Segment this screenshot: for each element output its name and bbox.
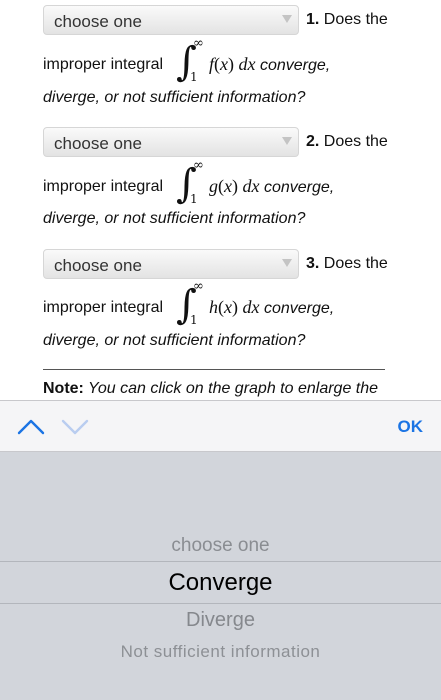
note: Note: You can click on the graph to enla… [43,380,378,398]
lower-limit: 1 [190,192,198,206]
picker-option[interactable]: Diverge [0,609,441,632]
question-prompt: 3. Does the [306,255,388,273]
dropdown-arrow-icon [282,259,292,267]
upper-limit: ∞ [193,279,204,294]
select-value: choose one [54,256,142,275]
question-number: 3. [306,255,320,272]
question-number: 1. [306,11,320,28]
note-label: Note: [43,380,84,397]
picker-option-selected[interactable]: Converge [0,569,441,597]
question-prompt: 2. Does the [306,133,388,151]
chevron-down-icon [61,419,89,435]
lead-text: improper integral [43,56,164,73]
answer-select-1[interactable]: choose one [43,5,299,35]
picker-selection-line-top [0,561,441,562]
picker-option[interactable]: choose one [0,535,441,557]
lower-limit: 1 [190,70,198,84]
picker-option[interactable]: Not sufficient information [0,642,441,662]
previous-field-button[interactable] [16,414,46,438]
select-value: choose one [54,12,142,31]
lower-limit: 1 [190,313,198,327]
note-text: You can click on the graph to enlarge th… [83,380,379,397]
keyboard-accessory-bar: OK [0,400,441,452]
upper-limit: ∞ [193,158,204,173]
answer-select-2[interactable]: choose one [43,127,299,157]
question-tail: diverge, or not sufficient information? [43,210,306,227]
prompt-start: Does the [319,255,388,272]
integrand: g(x) dx converge, [209,176,335,196]
integral-line: improper integral ∫ ∞ 1 h(x) dx converge… [43,279,433,333]
ok-button[interactable]: OK [398,417,424,437]
prompt-start: Does the [319,11,388,28]
integrand: h(x) dx converge, [209,297,335,317]
select-value: choose one [54,134,142,153]
question-tail: diverge, or not sufficient information? [43,89,306,106]
question-tail: diverge, or not sufficient information? [43,332,306,349]
question-number: 2. [306,133,320,150]
integrand: f(x) dx converge, [209,54,331,74]
answer-select-3[interactable]: choose one [43,249,299,279]
integral-line: improper integral ∫ ∞ 1 g(x) dx converge… [43,158,433,212]
question-prompt: 1. Does the [306,11,388,29]
chevron-up-icon [17,419,45,435]
option-picker[interactable]: choose one Converge Diverge Not sufficie… [0,452,441,700]
dropdown-arrow-icon [282,137,292,145]
next-field-button[interactable] [60,414,90,438]
picker-selection-line-bottom [0,603,441,604]
dropdown-arrow-icon [282,15,292,23]
page: choose one 1. Does the improper integral… [0,0,441,700]
lead-text: improper integral [43,299,164,316]
integral-line: improper integral ∫ ∞ 1 f(x) dx converge… [43,36,433,90]
prompt-start: Does the [319,133,388,150]
divider [43,369,385,370]
question-area: choose one 1. Does the improper integral… [0,0,441,400]
lead-text: improper integral [43,178,164,195]
upper-limit: ∞ [193,36,204,51]
